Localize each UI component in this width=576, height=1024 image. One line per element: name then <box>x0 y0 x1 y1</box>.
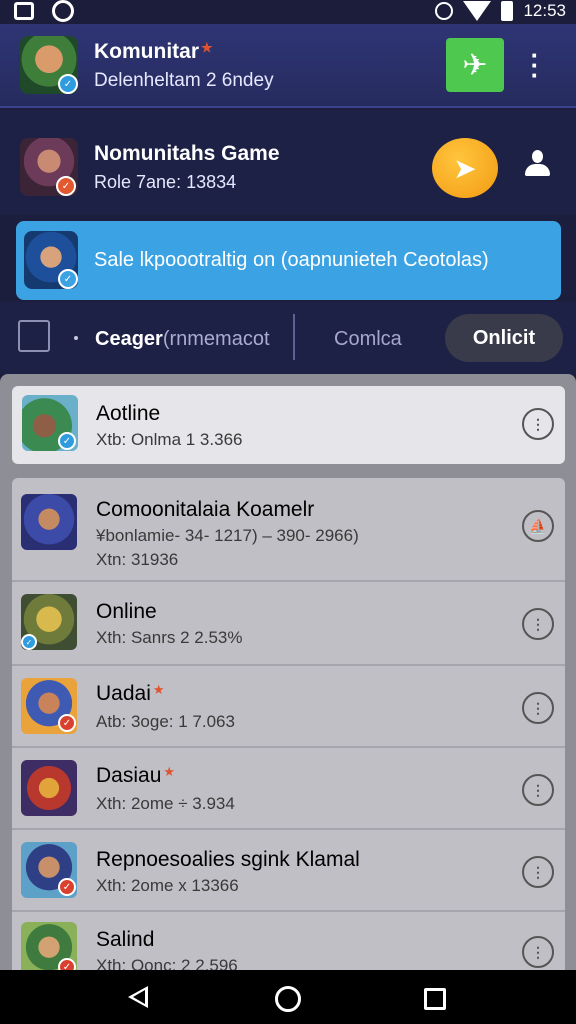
item-thumb <box>21 760 77 816</box>
more-options-icon[interactable]: ⋮ <box>522 608 554 640</box>
item-badge-icon: ✓ <box>21 634 37 650</box>
more-options-icon[interactable]: ⋮ <box>522 692 554 724</box>
online-badge-icon: ✓ <box>58 432 76 450</box>
more-options-icon[interactable]: ⋮ <box>522 856 554 888</box>
status-time: 12:53 <box>523 1 566 20</box>
more-options-icon[interactable]: ⋮ <box>522 408 554 440</box>
home-icon[interactable] <box>275 986 301 1012</box>
star-icon: ★ <box>201 40 213 55</box>
back-icon[interactable] <box>128 986 148 1008</box>
item-subtitle: Atb: 3oge: 1 7.063 <box>96 712 235 731</box>
avatar-badge-icon: ✓ <box>58 74 78 94</box>
status-bar: 12:53 <box>0 0 576 24</box>
tab-active[interactable]: Ceager(rnmemacot <box>95 328 270 351</box>
list-item[interactable]: ✓ Uadai ★ Atb: 3oge: 1 7.063 ⋮ <box>12 666 565 748</box>
item-title: Online <box>96 600 157 623</box>
tab-bar: Ceager(rnmemacot Comlca Onlicit <box>0 302 576 374</box>
gallery-icon <box>14 2 34 20</box>
tab-pill-button[interactable]: Onlicit <box>445 314 563 362</box>
list-item[interactable]: Dasiau ★ Xth: 2ome ÷ 3.934 ⋮ <box>12 748 565 830</box>
game-subtitle: Role 7ane: 13834 <box>94 172 237 192</box>
item-extra: Xtn: 31936 <box>96 550 179 569</box>
item-title: Repnoesoalies sgink Klamal <box>96 848 360 871</box>
online-subtitle: Xtb: Onlma 1 3.366 <box>96 430 243 449</box>
online-title: Aotline <box>96 402 161 425</box>
promo-banner[interactable]: ✓ Sale lkpoootraltig on (oapnunieteh Ceo… <box>16 221 561 300</box>
item-title: Salind <box>96 928 155 951</box>
item-subtitle: ¥bonlamie- 34- 1217) – 390- 2966) <box>96 526 359 545</box>
list-item[interactable]: ✓ Repnoesoalies sgink Klamal Xth: 2ome x… <box>12 830 565 912</box>
item-list: Comoonitalaia Koamelr ¥bonlamie- 34- 121… <box>12 478 565 978</box>
item-subtitle: Xth: 2ome ÷ 3.934 <box>96 794 235 813</box>
tab-divider <box>293 314 295 360</box>
item-title: Uadai ★ <box>96 682 165 705</box>
item-title: Dasiau ★ <box>96 764 176 787</box>
star-icon: ★ <box>152 682 165 697</box>
recents-icon[interactable] <box>424 988 446 1010</box>
header-title: Komunitar ★ <box>94 40 213 63</box>
profile-icon[interactable] <box>524 150 550 180</box>
star-icon: ★ <box>163 764 176 779</box>
more-options-icon[interactable]: ⋮ <box>522 936 554 968</box>
share-button[interactable]: ✈ <box>446 38 504 92</box>
notification-icon <box>52 0 74 22</box>
header-subtitle: Delenheltam 2 6ndey <box>94 70 274 91</box>
item-badge-icon: ✓ <box>58 878 76 896</box>
game-row[interactable]: ✓ Nomunitahs Game Role 7ane: 13834 ➤ <box>0 110 576 215</box>
tab-second[interactable]: Comlca <box>334 328 402 351</box>
wifi-icon <box>463 1 492 21</box>
item-badge-icon: ✓ <box>58 714 76 732</box>
more-options-icon[interactable]: ⋮ <box>522 774 554 806</box>
item-subtitle: Xth: Sanrs 2 2.53% <box>96 628 243 647</box>
game-badge-icon: ✓ <box>56 176 76 196</box>
system-nav-bar <box>0 970 576 1024</box>
item-subtitle: Xth: 2ome x 13366 <box>96 876 239 895</box>
dot-icon <box>74 336 78 340</box>
list-item[interactable]: ✓ Salind Xth: Oonc: 2 2.596 ⋮ <box>12 912 565 978</box>
inbox-icon[interactable] <box>18 320 50 352</box>
banner-text: Sale lkpoootraltig on (oapnunieteh Ceoto… <box>94 249 489 271</box>
app-header: ✓ Komunitar ★ Delenheltam 2 6ndey ✈ · · · <box>0 24 576 108</box>
online-entry[interactable]: ✓ Aotline Xtb: Onlma 1 3.366 ⋮ <box>12 386 565 464</box>
game-title: Nomunitahs Game <box>94 142 280 165</box>
battery-icon <box>501 1 514 21</box>
item-thumb <box>21 494 77 550</box>
list-item[interactable]: Comoonitalaia Koamelr ¥bonlamie- 34- 121… <box>12 478 565 582</box>
header-menu-icon[interactable]: · · · <box>528 42 542 88</box>
send-button[interactable]: ➤ <box>432 138 498 198</box>
sail-icon[interactable]: ⛵ <box>522 510 554 542</box>
banner-badge-icon: ✓ <box>58 269 78 289</box>
list-panel: ✓ Aotline Xtb: Onlma 1 3.366 ⋮ Comoonita… <box>0 374 576 978</box>
item-title: Comoonitalaia Koamelr <box>96 498 315 521</box>
list-item[interactable]: ✓ Online Xth: Sanrs 2 2.53% ⋮ <box>12 582 565 666</box>
alarm-icon <box>435 2 454 20</box>
